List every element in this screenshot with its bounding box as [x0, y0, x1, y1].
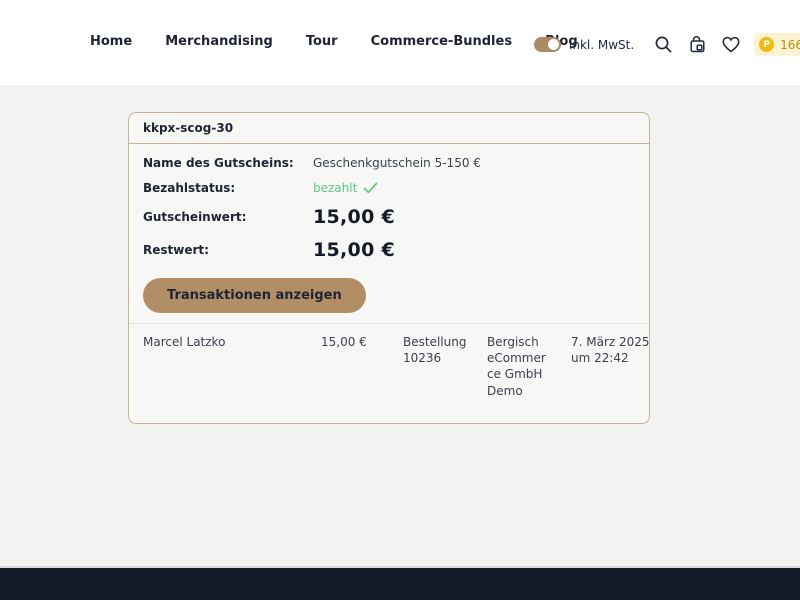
voucher-name-value: Geschenkgutschein 5-150 € — [313, 156, 481, 170]
top-navigation-bar: Home Merchandising Tour Commerce-Bundles… — [0, 0, 800, 85]
vat-toggle-group: inkl. MwSt. — [534, 37, 640, 52]
remaining-value-amount: 15,00 € — [313, 239, 395, 261]
transaction-order: Bestellung 10236 — [403, 334, 487, 366]
footer-bar — [0, 566, 800, 600]
payment-status-label: Bezahlstatus: — [143, 181, 313, 195]
vat-toggle[interactable] — [534, 37, 561, 52]
voucher-code-title: kkpx-scog-30 — [129, 113, 649, 144]
search-icon[interactable] — [652, 34, 674, 56]
voucher-name-label: Name des Gutscheins: — [143, 156, 313, 170]
header-controls: inkl. MwSt. P 1660 — [534, 33, 800, 56]
transaction-date: 7. März 2025 um 22:42 — [571, 334, 665, 366]
voucher-value-amount: 15,00 € — [313, 206, 395, 228]
nav-item-commerce-bundles[interactable]: Commerce-Bundles — [371, 34, 512, 49]
toggle-knob-icon — [548, 39, 559, 50]
field-row-status: Bezahlstatus: bezahlt — [143, 181, 637, 195]
vat-toggle-label: inkl. MwSt. — [569, 38, 634, 52]
voucher-detail-card: kkpx-scog-30 Name des Gutscheins: Gesche… — [128, 112, 650, 424]
points-dropdown[interactable]: P 1660 — [754, 33, 800, 56]
show-transactions-button[interactable]: Transaktionen anzeigen — [143, 278, 366, 313]
field-row-name: Name des Gutscheins: Geschenkgutschein 5… — [143, 156, 637, 170]
shopping-bag-icon[interactable] — [686, 34, 708, 56]
nav-item-merchandising[interactable]: Merchandising — [165, 34, 273, 49]
main-nav: Home Merchandising Tour Commerce-Bundles… — [90, 34, 578, 49]
transaction-amount: 15,00 € — [321, 334, 403, 350]
payment-status-value: bezahlt — [313, 181, 378, 195]
remaining-value-label: Restwert: — [143, 243, 313, 257]
transaction-row: Marcel Latzko 15,00 € Bestellung 10236 B… — [143, 324, 637, 423]
checkmark-icon — [363, 182, 378, 194]
field-row-remaining-value: Restwert: 15,00 € — [143, 239, 637, 261]
transaction-company: Bergisch eCommerce GmbH Demo — [487, 334, 571, 399]
voucher-value-label: Gutscheinwert: — [143, 210, 313, 224]
points-value: 1660 — [780, 38, 800, 52]
nav-item-home[interactable]: Home — [90, 34, 132, 49]
page-content: kkpx-scog-30 Name des Gutscheins: Gesche… — [0, 85, 800, 566]
field-row-voucher-value: Gutscheinwert: 15,00 € — [143, 206, 637, 228]
nav-item-tour[interactable]: Tour — [306, 34, 338, 49]
transaction-customer: Marcel Latzko — [143, 334, 321, 350]
points-coin-icon: P — [759, 37, 774, 52]
voucher-card-body: Name des Gutscheins: Geschenkgutschein 5… — [129, 144, 649, 423]
status-text: bezahlt — [313, 181, 357, 195]
wishlist-heart-icon[interactable] — [720, 34, 742, 56]
